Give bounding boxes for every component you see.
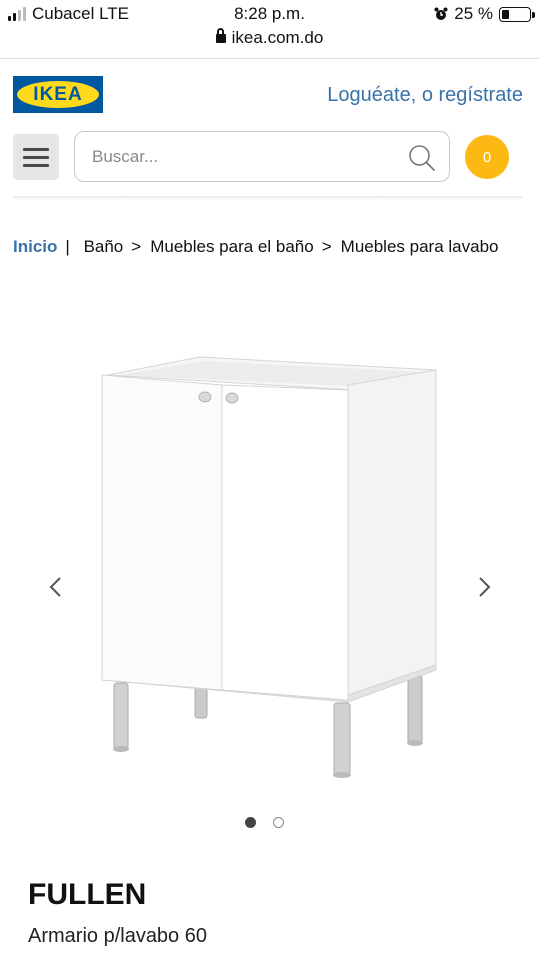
browser-divider: [0, 58, 539, 59]
battery-fill: [502, 9, 509, 19]
breadcrumb-item[interactable]: Baño: [84, 237, 124, 256]
cart-button[interactable]: 0: [465, 135, 509, 179]
status-bar: Cubacel LTE 8:28 p.m. 25 %: [0, 0, 539, 28]
address-bar[interactable]: ikea.com.do: [0, 28, 539, 52]
search-icon[interactable]: [407, 143, 437, 173]
lock-icon: [215, 28, 226, 43]
breadcrumb-item[interactable]: Muebles para lavabo: [341, 237, 499, 256]
menu-icon-bar: [23, 163, 49, 167]
chevron-right-icon: [479, 577, 491, 597]
breadcrumb-home[interactable]: Inicio: [13, 237, 57, 256]
logo-oval: IKEA: [17, 81, 99, 108]
breadcrumb-chevron: >: [131, 237, 142, 256]
search-input[interactable]: [92, 132, 392, 181]
alarm-icon: [434, 7, 448, 20]
search-box[interactable]: [74, 131, 450, 182]
battery-label: 25 %: [454, 4, 493, 23]
url-text: ikea.com.do: [231, 28, 324, 47]
menu-button[interactable]: [13, 134, 59, 180]
logo-text: IKEA: [33, 83, 83, 105]
login-link[interactable]: Loguéate, o regístrate: [327, 84, 523, 107]
header-shadow: [13, 196, 522, 200]
breadcrumb-item[interactable]: Muebles para el baño: [150, 237, 314, 256]
chevron-left-icon: [49, 577, 61, 597]
status-right: 25 %: [434, 4, 535, 24]
breadcrumb: Inicio | Baño > Muebles para el baño > Mueble…: [13, 234, 513, 259]
carousel-next-button[interactable]: [472, 572, 496, 602]
product-image: [101, 356, 437, 778]
carousel-prev-button[interactable]: [44, 572, 68, 602]
ikea-logo[interactable]: IKEA: [13, 76, 103, 113]
breadcrumb-separator: |: [65, 237, 70, 256]
cart-count: 0: [482, 148, 492, 166]
carousel-dot[interactable]: [273, 817, 284, 828]
product-name: FULLEN: [28, 878, 147, 911]
carousel-dot[interactable]: [245, 817, 256, 828]
product-description: Armario p/lavabo 60: [28, 925, 207, 947]
breadcrumb-chevron: >: [321, 237, 332, 256]
menu-icon-bar: [23, 147, 49, 151]
carousel-dots: [245, 817, 284, 828]
battery-icon: [499, 6, 535, 22]
menu-icon-bar: [23, 155, 49, 159]
